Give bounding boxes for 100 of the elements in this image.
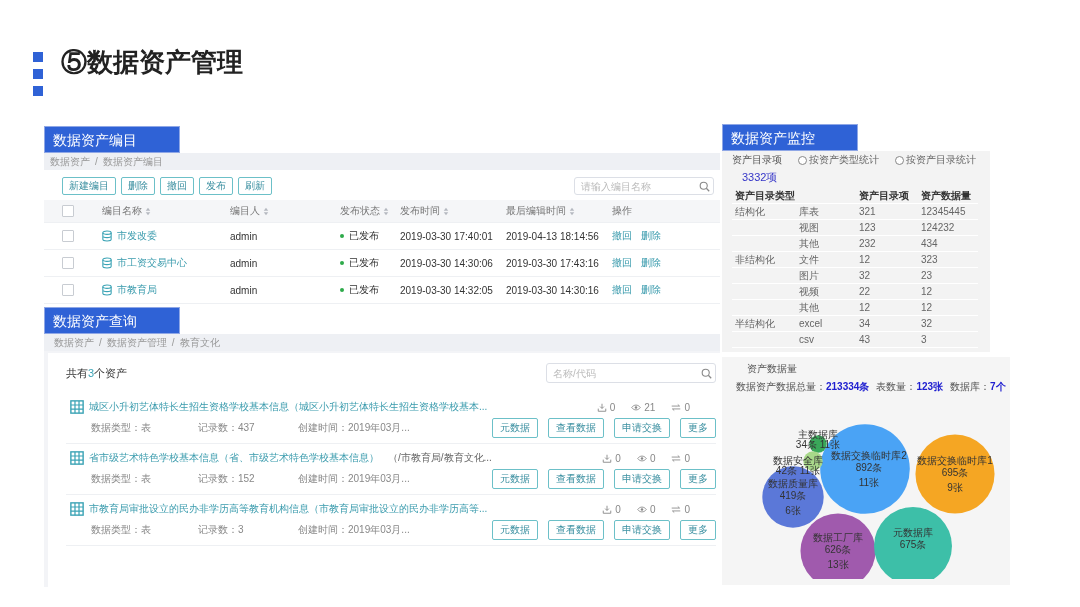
- eye-icon: [636, 504, 647, 514]
- table-cell: 32: [918, 316, 978, 332]
- column-header[interactable]: 发布时间: [400, 204, 440, 218]
- asset-title-link[interactable]: 市教育局审批设立的民办非学历高等教育机构信息（市教育局审批设立的民办非学历高等...: [89, 502, 488, 516]
- record-count: 记录数：437: [198, 420, 256, 435]
- checkbox[interactable]: [62, 205, 74, 217]
- bubble-name: 数据质量库: [768, 478, 818, 489]
- bubble-count: 419条: [779, 490, 807, 501]
- bubble-tables: 6张: [785, 505, 801, 516]
- catalog-name-link[interactable]: 市工资交易中心: [117, 256, 187, 270]
- table-cell: 3: [918, 332, 978, 348]
- asset-title-link[interactable]: 城区小升初艺体特长生招生资格学校基本信息（城区小升初艺体特长生招生资格学校基本...: [89, 400, 488, 414]
- action-link[interactable]: 删除: [641, 283, 661, 297]
- breadcrumb-link[interactable]: 数据资产管理: [106, 335, 167, 350]
- column-header[interactable]: 发布状态: [340, 204, 380, 218]
- toolbar-button[interactable]: 发布: [199, 177, 233, 195]
- eye-icon: [631, 402, 642, 412]
- bubble-name: 数据交换临时库1: [917, 455, 993, 466]
- column-header: 操作: [612, 204, 632, 218]
- panel-label: 数据资产查询: [44, 307, 180, 334]
- bubble-name: 数据工厂库: [813, 532, 863, 543]
- bubble-tables: 11张: [858, 477, 880, 488]
- exchange-icon: [671, 453, 682, 463]
- search-icon: [699, 180, 710, 192]
- sort-icon: [145, 206, 151, 216]
- stat-value: 7个: [990, 380, 1006, 394]
- column-header[interactable]: 编目名称: [102, 204, 142, 218]
- table-cell: 已发布: [349, 256, 379, 270]
- stat-label: 数据库：: [950, 380, 991, 394]
- radio-label[interactable]: 按资产类型统计: [809, 153, 879, 167]
- catalog-name-link[interactable]: 市发改委: [117, 229, 157, 243]
- table-cell: 非结构化: [732, 252, 796, 268]
- table-cell: 12: [856, 300, 918, 316]
- table-cell: 34: [856, 316, 918, 332]
- action-button[interactable]: 申请交换: [614, 469, 670, 489]
- checkbox[interactable]: [62, 230, 74, 242]
- table-cell: 123: [856, 220, 918, 236]
- download-icon: [602, 453, 613, 463]
- sort-icon: [383, 206, 389, 216]
- column-header[interactable]: 编目人: [230, 204, 260, 218]
- table-cell: 323: [918, 252, 978, 268]
- catalog-name-link[interactable]: 市教育局: [117, 283, 157, 297]
- table-cell: 2019-03-30 14:32:05: [400, 284, 493, 296]
- action-link[interactable]: 撤回: [612, 256, 632, 270]
- action-link[interactable]: 撤回: [612, 283, 632, 297]
- table-cell: 124232: [918, 220, 978, 236]
- breadcrumb-link[interactable]: 数据资产: [54, 335, 94, 350]
- bubble-count: 695条: [941, 467, 969, 478]
- action-button[interactable]: 更多: [680, 418, 716, 438]
- table-icon: [70, 400, 84, 414]
- action-button[interactable]: 查看数据: [548, 469, 604, 489]
- table-cell: 2019-03-30 17:40:01: [400, 230, 493, 242]
- table-cell: 32: [856, 268, 918, 284]
- stat-value: 123张: [916, 380, 944, 394]
- action-button[interactable]: 申请交换: [614, 418, 670, 438]
- table-icon: [70, 502, 84, 516]
- breadcrumb-link[interactable]: 数据资产编目: [102, 154, 163, 169]
- search-field[interactable]: 请输入编目名称: [574, 177, 714, 195]
- action-button[interactable]: 查看数据: [548, 520, 604, 540]
- action-link[interactable]: 撤回: [612, 229, 632, 243]
- action-button[interactable]: 查看数据: [548, 418, 604, 438]
- column-header: 资产数据量: [918, 188, 978, 204]
- eye-icon: [636, 453, 647, 463]
- data-type: 数据类型：表: [91, 522, 152, 537]
- table-cell: 库表: [796, 204, 856, 220]
- section-heading: 资产目录项: [732, 153, 782, 167]
- toolbar-button[interactable]: 撤回: [160, 177, 194, 195]
- action-button[interactable]: 元数据: [492, 469, 538, 489]
- action-button[interactable]: 元数据: [492, 418, 538, 438]
- toolbar-button[interactable]: 刷新: [238, 177, 272, 195]
- breadcrumb-separator: /: [171, 337, 175, 348]
- action-button[interactable]: 申请交换: [614, 520, 670, 540]
- table-cell: 图片: [796, 268, 856, 284]
- column-header[interactable]: 最后编辑时间: [506, 204, 566, 218]
- toolbar-button[interactable]: 删除: [121, 177, 155, 195]
- action-link[interactable]: 删除: [641, 229, 661, 243]
- breadcrumb-link[interactable]: 教育文化: [179, 335, 220, 350]
- radio-button[interactable]: [798, 155, 807, 165]
- table-cell: 视图: [796, 220, 856, 236]
- table-cell: 半结构化: [732, 316, 796, 332]
- toolbar-button[interactable]: 新建编目: [62, 177, 116, 195]
- radio-button[interactable]: [895, 155, 904, 165]
- breadcrumb-link[interactable]: 数据资产: [50, 154, 90, 169]
- radio-label[interactable]: 按资产目录统计: [906, 153, 976, 167]
- checkbox[interactable]: [62, 284, 74, 296]
- table-cell: admin: [230, 257, 258, 269]
- record-count: 记录数：152: [198, 471, 256, 486]
- action-button[interactable]: 元数据: [492, 520, 538, 540]
- table-cell: 已发布: [349, 283, 379, 297]
- action-button[interactable]: 更多: [680, 520, 716, 540]
- table-cell: 已发布: [349, 229, 379, 243]
- section-heading: 资产数据量: [746, 362, 798, 376]
- asset-title-link[interactable]: 省市级艺术特色学校基本信息（省、市级艺术特色学校基本信息）: [89, 451, 379, 465]
- bubble-tables: 9张: [947, 482, 963, 493]
- action-button[interactable]: 更多: [680, 469, 716, 489]
- table-cell: csv: [796, 332, 856, 348]
- action-link[interactable]: 删除: [641, 256, 661, 270]
- checkbox[interactable]: [62, 257, 74, 269]
- search-field[interactable]: 名称/代码: [546, 363, 716, 383]
- column-header: 资产目录类型: [732, 188, 856, 204]
